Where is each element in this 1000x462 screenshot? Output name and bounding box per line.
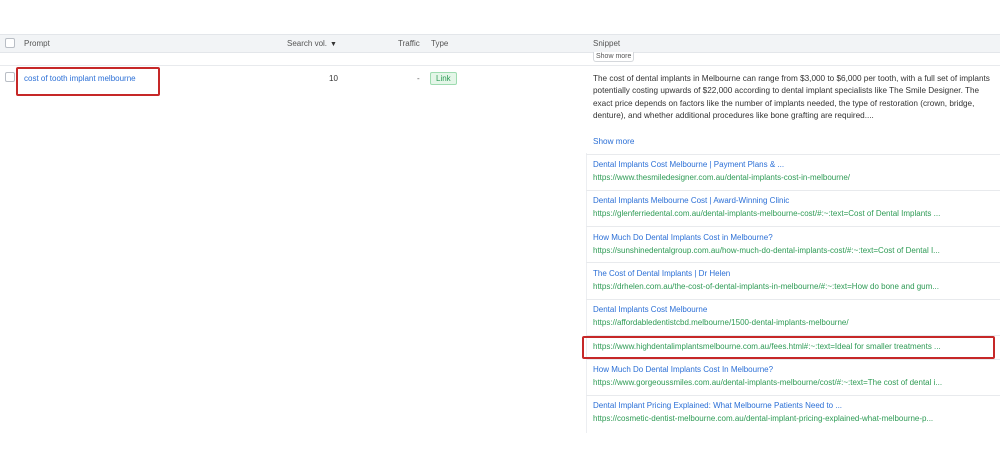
column-snippet: Snippet xyxy=(593,39,621,48)
result-title[interactable]: How Much Do Dental Implants Cost in Melb… xyxy=(593,232,993,245)
result-divider xyxy=(586,262,1000,263)
row-checkbox[interactable] xyxy=(5,72,15,82)
result-item[interactable]: Dental Implants Cost Melbourne https://a… xyxy=(593,304,993,329)
result-item[interactable]: How Much Do Dental Implants Cost In Melb… xyxy=(593,364,993,389)
previous-row-show-more[interactable]: Show more xyxy=(593,52,635,62)
column-search-vol-label: Search vol. xyxy=(287,39,328,48)
result-item[interactable]: Dental Implants Cost Melbourne | Payment… xyxy=(593,159,993,184)
result-divider xyxy=(586,190,1000,191)
prompt-link[interactable]: cost of tooth implant melbourne xyxy=(24,74,136,83)
result-divider xyxy=(586,395,1000,396)
result-title[interactable]: Dental Implants Cost Melbourne xyxy=(593,304,993,317)
traffic-value: - xyxy=(417,74,420,83)
result-item[interactable]: Dental Implant Pricing Explained: What M… xyxy=(593,400,993,425)
result-url[interactable]: https://affordabledentistcbd.melbourne/1… xyxy=(593,317,993,330)
result-divider xyxy=(586,299,1000,300)
result-item[interactable]: How Much Do Dental Implants Cost in Melb… xyxy=(593,232,993,257)
type-badge: Link xyxy=(430,72,457,85)
result-url[interactable]: https://www.gorgeoussmiles.com.au/dental… xyxy=(593,377,993,390)
result-title[interactable]: How Much Do Dental Implants Cost In Melb… xyxy=(593,364,993,377)
result-title[interactable]: The Cost of Dental Implants | Dr Helen xyxy=(593,268,993,281)
result-highlight-box xyxy=(582,336,995,359)
column-prompt[interactable]: Prompt xyxy=(24,39,50,48)
snippet-text: The cost of dental implants in Melbourne… xyxy=(593,74,990,121)
result-item[interactable]: Dental Implants Melbourne Cost | Award-W… xyxy=(593,195,993,220)
sort-caret-down-icon[interactable]: ▼ xyxy=(330,41,337,48)
result-url[interactable]: https://drhelen.com.au/the-cost-of-denta… xyxy=(593,281,993,294)
column-search-vol[interactable]: Search vol. ▼ xyxy=(287,39,337,48)
result-divider xyxy=(586,154,1000,155)
result-url[interactable]: https://glenferriedental.com.au/dental-i… xyxy=(593,208,993,221)
snippet-show-more-link[interactable]: Show more xyxy=(593,137,634,146)
result-title[interactable]: Dental Implants Cost Melbourne | Payment… xyxy=(593,159,993,172)
select-all-checkbox[interactable] xyxy=(5,38,15,48)
search-volume-value: 10 xyxy=(329,74,338,83)
result-url[interactable]: https://www.thesmiledesigner.com.au/dent… xyxy=(593,172,993,185)
result-url[interactable]: https://sunshinedentalgroup.com.au/how-m… xyxy=(593,245,993,258)
row-divider xyxy=(0,65,1000,66)
result-url[interactable]: https://cosmetic-dentist-melbourne.com.a… xyxy=(593,413,993,426)
result-title[interactable]: Dental Implants Melbourne Cost | Award-W… xyxy=(593,195,993,208)
result-divider xyxy=(586,226,1000,227)
result-divider xyxy=(586,359,1000,360)
column-traffic[interactable]: Traffic xyxy=(398,39,420,48)
result-title[interactable]: Dental Implant Pricing Explained: What M… xyxy=(593,400,993,413)
result-item[interactable]: The Cost of Dental Implants | Dr Helen h… xyxy=(593,268,993,293)
column-type[interactable]: Type xyxy=(431,39,448,48)
table-header: Prompt Search vol. ▼ Traffic Type Snippet xyxy=(0,34,1000,53)
